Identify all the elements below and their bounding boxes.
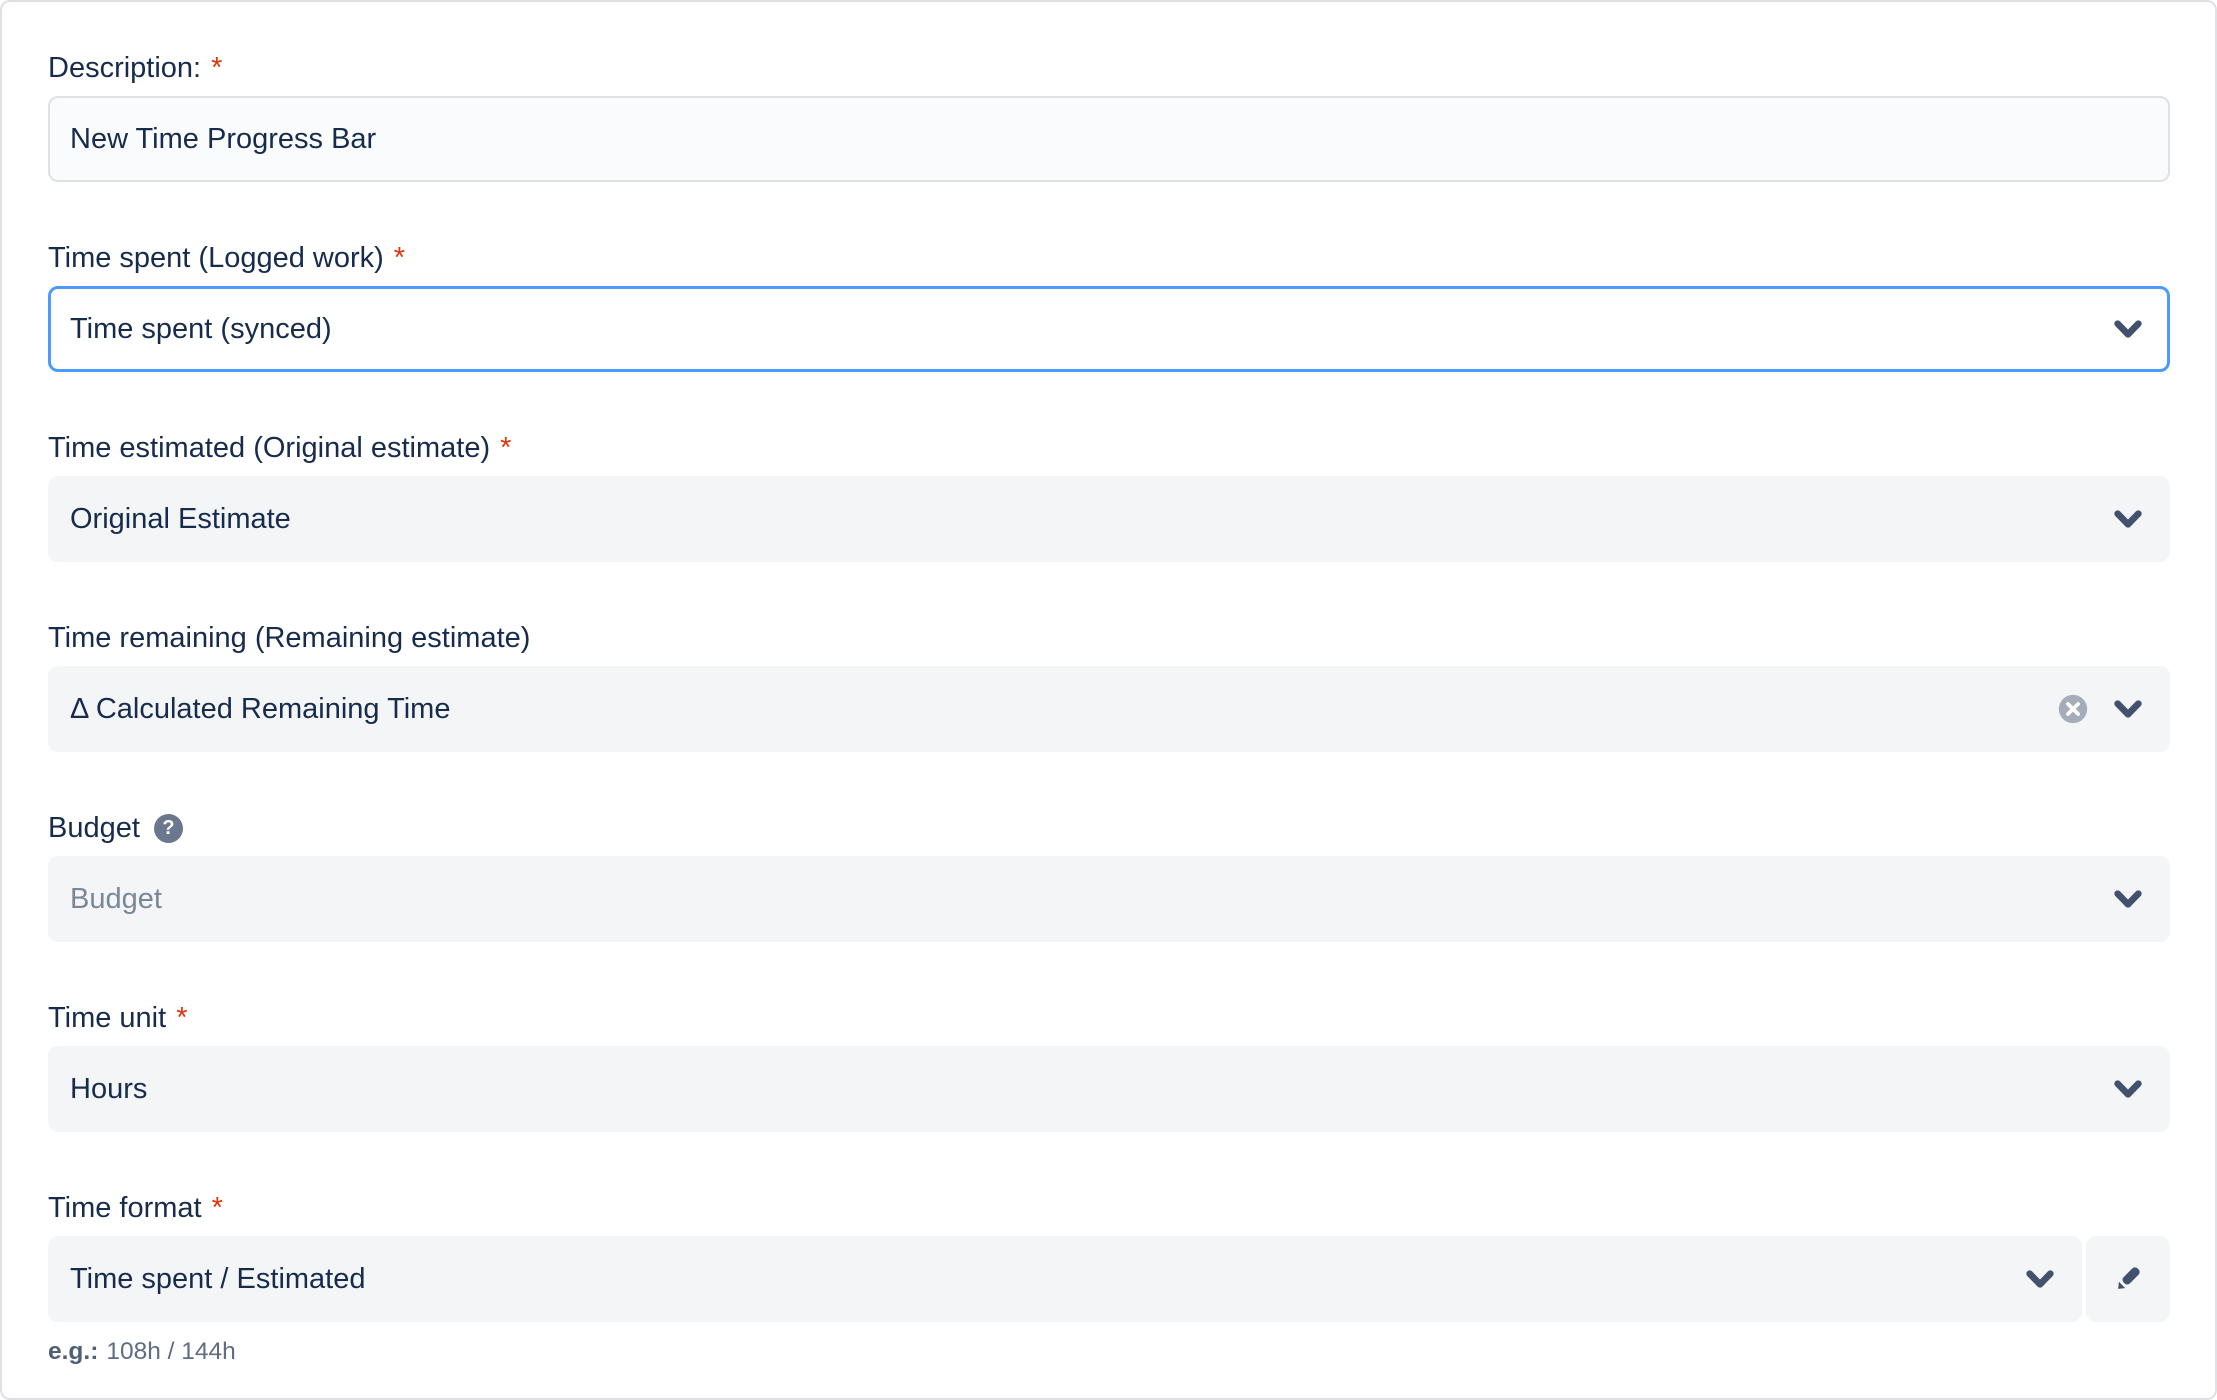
time-spent-select-value: Time spent (synced): [70, 313, 332, 346]
time-progress-bar-form: Description: * Time spent (Logged work) …: [0, 0, 2217, 1400]
time-spent-label-text: Time spent (Logged work): [48, 242, 384, 274]
chevron-down-icon: [2108, 499, 2148, 539]
description-input[interactable]: [48, 96, 2170, 182]
description-label: Description: *: [48, 52, 2170, 84]
time-format-label: Time format *: [48, 1192, 2170, 1224]
time-remaining-select[interactable]: Δ Calculated Remaining Time: [48, 666, 2170, 752]
field-group-time-remaining: Time remaining (Remaining estimate) Δ Ca…: [48, 622, 2170, 752]
field-group-time-format: Time format * Time spent / Estimated: [48, 1192, 2170, 1366]
time-unit-label: Time unit *: [48, 1002, 2170, 1034]
field-group-time-estimated: Time estimated (Original estimate) * Ori…: [48, 432, 2170, 562]
field-group-time-unit: Time unit * Hours: [48, 1002, 2170, 1132]
time-unit-select[interactable]: Hours: [48, 1046, 2170, 1132]
required-asterisk: *: [211, 52, 222, 84]
time-spent-select[interactable]: Time spent (synced): [48, 286, 2170, 372]
budget-label-text: Budget: [48, 812, 140, 844]
time-remaining-label-text: Time remaining (Remaining estimate): [48, 622, 530, 654]
help-icon[interactable]: ?: [154, 814, 183, 843]
time-remaining-select-value: Δ Calculated Remaining Time: [70, 693, 450, 726]
time-unit-label-text: Time unit: [48, 1002, 166, 1034]
chevron-down-icon: [2020, 1259, 2060, 1299]
field-group-time-spent: Time spent (Logged work) * Time spent (s…: [48, 242, 2170, 372]
budget-select[interactable]: Budget: [48, 856, 2170, 942]
time-format-label-text: Time format: [48, 1192, 202, 1224]
time-estimated-label-text: Time estimated (Original estimate): [48, 432, 490, 464]
edit-format-button[interactable]: [2086, 1236, 2170, 1322]
time-estimated-label: Time estimated (Original estimate) *: [48, 432, 2170, 464]
field-group-budget: Budget ? Budget: [48, 812, 2170, 942]
time-format-select-value: Time spent / Estimated: [70, 1263, 365, 1296]
required-asterisk: *: [212, 1192, 223, 1224]
chevron-down-icon: [2108, 309, 2148, 349]
time-remaining-label: Time remaining (Remaining estimate): [48, 622, 2170, 654]
format-example-label: e.g.:: [48, 1338, 98, 1365]
time-format-select[interactable]: Time spent / Estimated: [48, 1236, 2082, 1322]
time-estimated-select-value: Original Estimate: [70, 503, 291, 536]
time-spent-label: Time spent (Logged work) *: [48, 242, 2170, 274]
chevron-down-icon: [2108, 879, 2148, 919]
required-asterisk: *: [176, 1002, 187, 1034]
description-label-text: Description:: [48, 52, 201, 84]
budget-label: Budget ?: [48, 812, 2170, 844]
budget-select-placeholder: Budget: [70, 883, 162, 916]
field-group-description: Description: *: [48, 52, 2170, 182]
required-asterisk: *: [500, 432, 511, 464]
chevron-down-icon: [2108, 1069, 2148, 1109]
time-estimated-select[interactable]: Original Estimate: [48, 476, 2170, 562]
format-example-text: e.g.: 108h / 144h: [48, 1338, 2170, 1366]
required-asterisk: *: [394, 242, 405, 274]
pencil-icon: [2109, 1260, 2147, 1298]
clear-selection-icon[interactable]: [2056, 692, 2090, 726]
time-unit-select-value: Hours: [70, 1073, 147, 1106]
format-example-value: 108h / 144h: [106, 1338, 235, 1365]
chevron-down-icon: [2108, 689, 2148, 729]
